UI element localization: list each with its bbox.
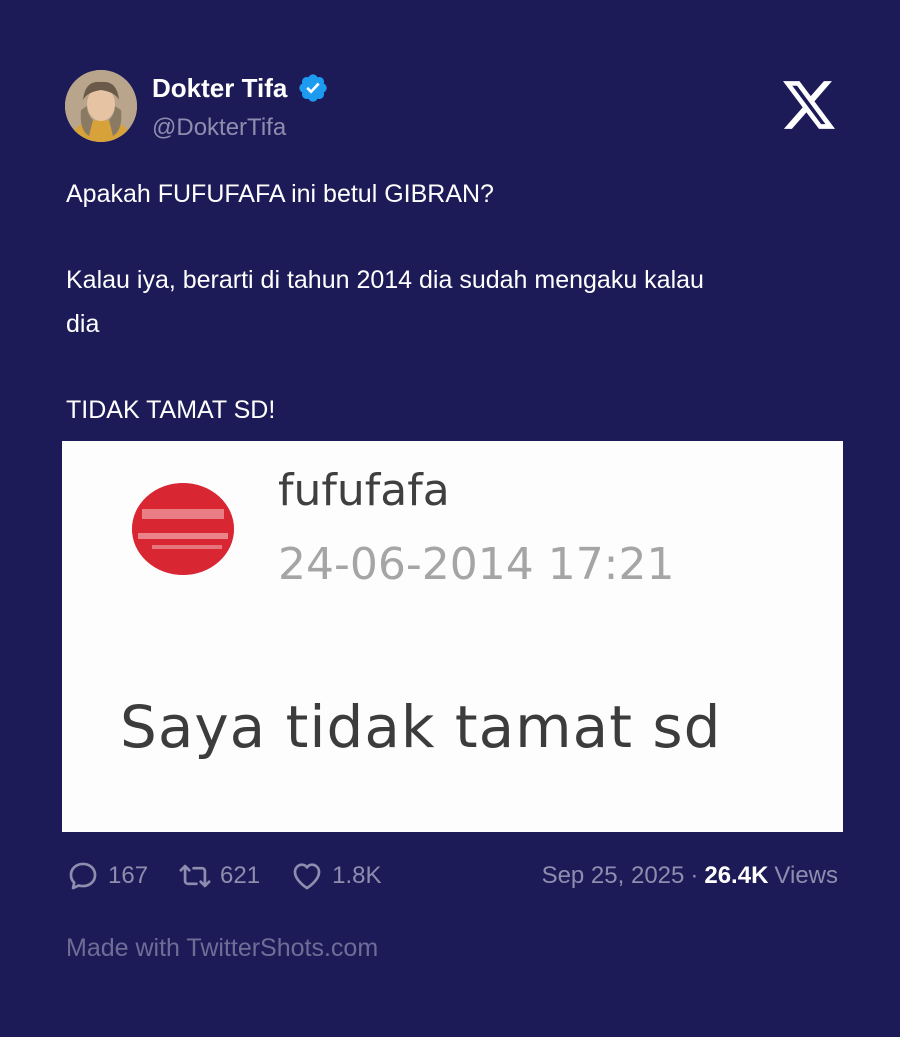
media-user-avatar: [132, 483, 234, 575]
retweet-count: 621: [220, 862, 261, 889]
retweet-stat[interactable]: 621: [178, 859, 260, 893]
tweet-text-line: Kalau iya, berarti di tahun 2014 dia sud…: [66, 266, 704, 294]
tweet-text-line: dia: [66, 310, 100, 338]
verified-badge-icon: [297, 72, 329, 104]
footer-watermark[interactable]: Made with TwitterShots.com: [66, 934, 378, 963]
engagement-stats: 167 621 1.8K: [66, 856, 411, 896]
author-avatar[interactable]: [65, 70, 137, 142]
tweet-date[interactable]: Sep 25, 2025: [542, 862, 685, 890]
retweet-icon: [179, 864, 211, 888]
media-timestamp: 24-06-2014 17:21: [278, 539, 675, 590]
views-label: Views: [774, 862, 838, 889]
heart-icon: [293, 863, 321, 890]
media-comment-text: Saya tidak tamat sd: [120, 693, 722, 761]
tweet-media-image[interactable]: fufufafa 24-06-2014 17:21 Saya tidak tam…: [62, 441, 843, 832]
meta-separator: ·: [690, 862, 699, 889]
reply-stat[interactable]: 167: [66, 859, 148, 893]
author-name-row: Dokter Tifa: [152, 72, 329, 104]
reply-count: 167: [108, 862, 149, 889]
x-logo-icon[interactable]: [783, 80, 835, 130]
like-count: 1.8K: [332, 862, 382, 889]
tweet-text-line: Apakah FUFUFAFA ini betul GIBRAN?: [66, 180, 494, 208]
tweet-text-line: TIDAK TAMAT SD!: [66, 396, 276, 424]
like-stat[interactable]: 1.8K: [290, 859, 381, 893]
tweet-meta: Sep 25, 2025 · 26.4K Views: [542, 856, 838, 896]
author-name[interactable]: Dokter Tifa: [152, 73, 287, 104]
reply-icon: [69, 862, 97, 890]
views-count: 26.4K: [704, 862, 769, 889]
tweet-card: Dokter Tifa @DokterTifa Apakah FUFUFAFA …: [0, 0, 900, 1037]
media-username: fufufafa: [278, 465, 450, 516]
author-handle[interactable]: @DokterTifa: [152, 114, 286, 142]
